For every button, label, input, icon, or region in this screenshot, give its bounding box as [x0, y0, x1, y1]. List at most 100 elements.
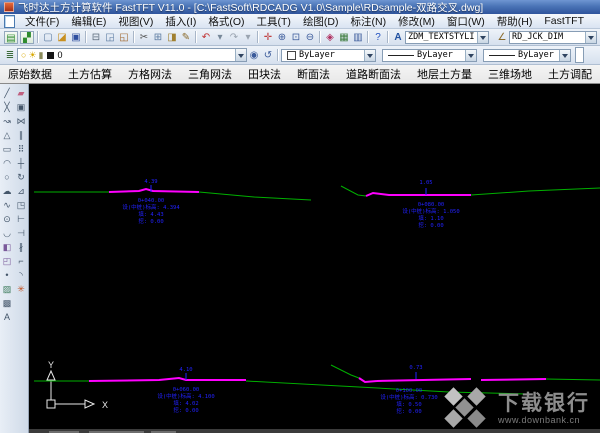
layer-properties-icon[interactable]: ≣ — [3, 49, 17, 62]
undo-dropdown-icon[interactable]: ▾ — [213, 31, 227, 44]
layer-freeze-icon[interactable]: ☀ — [28, 49, 36, 61]
preview-icon[interactable]: ◲ — [103, 31, 117, 44]
color-combo[interactable]: ByLayer — [281, 48, 376, 62]
menu-fasttft[interactable]: FastTFT — [538, 15, 590, 27]
open-file-icon[interactable]: ◪ — [55, 31, 69, 44]
publish-icon[interactable]: ◱ — [117, 31, 131, 44]
menu-edit[interactable]: 编辑(E) — [65, 14, 112, 29]
linetype-combo[interactable]: ByLayer — [382, 48, 477, 62]
dropdown-arrow-icon[interactable] — [477, 31, 488, 43]
dropdown-arrow-icon[interactable] — [465, 49, 476, 61]
scrollbar-strip[interactable] — [29, 429, 600, 433]
move-icon[interactable]: ┼ — [15, 156, 28, 170]
arc-icon[interactable]: ◠ — [1, 156, 14, 170]
ft-stratum-earthwork[interactable]: 地层土方量 — [409, 66, 480, 82]
mirror-icon[interactable]: ⋈ — [15, 114, 28, 128]
help-icon[interactable]: ? — [371, 31, 385, 44]
dropdown-arrow-icon[interactable] — [235, 49, 246, 61]
line-icon[interactable]: ╱ — [1, 86, 14, 100]
redo-icon[interactable]: ↷ — [227, 31, 241, 44]
dropdown-arrow-icon[interactable] — [364, 49, 375, 61]
paste-icon[interactable]: ◨ — [165, 31, 179, 44]
clipped-control[interactable] — [575, 47, 584, 63]
break-icon[interactable]: ∦ — [15, 240, 28, 254]
grid-icon[interactable]: ▦ — [337, 31, 351, 44]
circle-icon[interactable]: ○ — [1, 170, 14, 184]
menu-help[interactable]: 帮助(H) — [491, 14, 539, 29]
menu-file[interactable]: 文件(F) — [19, 14, 65, 29]
fillet-icon[interactable]: ◝ — [15, 268, 28, 282]
array-icon[interactable]: ⠿ — [15, 142, 28, 156]
menu-view[interactable]: 视图(V) — [112, 14, 159, 29]
spline-icon[interactable]: ∿ — [1, 198, 14, 212]
erase-icon[interactable]: ▰ — [15, 86, 28, 100]
polygon-icon[interactable]: △ — [1, 128, 14, 142]
ft-earthwork-estimate[interactable]: 土方估算 — [60, 66, 120, 82]
fasttft-tools-icon[interactable]: ◈ — [323, 31, 337, 44]
trim-icon[interactable]: ⊢ — [15, 212, 28, 226]
offset-icon[interactable]: ∥ — [15, 128, 28, 142]
chamfer-icon[interactable]: ⌐ — [15, 254, 28, 268]
print-icon[interactable]: ⊟ — [89, 31, 103, 44]
rotate-icon[interactable]: ↻ — [15, 170, 28, 184]
rectangle-icon[interactable]: ▭ — [1, 142, 14, 156]
stretch-icon[interactable]: ◳ — [15, 198, 28, 212]
fasttft-switch-icon[interactable]: ▞ — [20, 30, 34, 44]
layer-on-icon[interactable]: ○ — [21, 49, 26, 61]
text-style-combo[interactable]: ZDM_TEXTSTYLI — [405, 30, 489, 44]
ft-field-block-method[interactable]: 田块法 — [240, 66, 289, 82]
revcloud-icon[interactable]: ☁ — [1, 184, 14, 198]
match-properties-icon[interactable]: ✎ — [179, 31, 193, 44]
ft-raw-data[interactable]: 原始数据 — [0, 66, 60, 82]
extend-icon[interactable]: ⊣ — [15, 226, 28, 240]
drawing-canvas[interactable]: Y X 0+040.00 设(中桩)标高: 4.394 填: 4.43 挖: 0.00… — [29, 84, 600, 433]
lineweight-combo[interactable]: ByLayer — [483, 48, 571, 62]
document-icon[interactable] — [4, 14, 15, 28]
ellipse-arc-icon[interactable]: ◡ — [1, 226, 14, 240]
new-file-icon[interactable]: ▢ — [41, 31, 55, 44]
layer-combo[interactable]: ○ ☀ ▮ 0 — [17, 48, 247, 62]
region-icon[interactable]: ▩ — [1, 296, 14, 310]
layer-previous-icon[interactable]: ↺ — [261, 49, 275, 62]
pan-icon[interactable]: ✛ — [261, 31, 275, 44]
dropdown-arrow-icon[interactable] — [559, 49, 570, 61]
insert-block-icon[interactable]: ◧ — [1, 240, 14, 254]
dim-style-combo[interactable]: RD_JCK_DIM — [509, 30, 597, 44]
menu-draw[interactable]: 绘图(D) — [297, 14, 345, 29]
text-style-icon[interactable]: A — [391, 31, 405, 44]
menu-window[interactable]: 窗口(W) — [441, 14, 491, 29]
menu-modify[interactable]: 修改(M) — [392, 14, 441, 29]
copy-icon[interactable]: ⊞ — [151, 31, 165, 44]
cut-icon[interactable]: ✂ — [137, 31, 151, 44]
polyline-icon[interactable]: ↝ — [1, 114, 14, 128]
zoom-previous-icon[interactable]: ⊖ — [303, 31, 317, 44]
undo-icon[interactable]: ↶ — [199, 31, 213, 44]
zoom-realtime-icon[interactable]: ⊕ — [275, 31, 289, 44]
zoom-window-icon[interactable]: ⊡ — [289, 31, 303, 44]
layer-lock-icon[interactable]: ▮ — [39, 49, 44, 61]
point-icon[interactable]: • — [1, 268, 14, 282]
dim-style-icon[interactable]: ∠ — [495, 31, 509, 44]
scale-icon[interactable]: ⊿ — [15, 184, 28, 198]
menu-dimension[interactable]: 标注(N) — [345, 14, 393, 29]
copy-object-icon[interactable]: ▣ — [15, 100, 28, 114]
make-layer-current-icon[interactable]: ◉ — [247, 49, 261, 62]
ellipse-icon[interactable]: ⊙ — [1, 212, 14, 226]
hatch-icon[interactable]: ▨ — [1, 282, 14, 296]
save-icon[interactable]: ▣ — [69, 31, 83, 44]
menu-insert[interactable]: 插入(I) — [159, 14, 202, 29]
layer-color-swatch[interactable] — [47, 51, 55, 59]
ft-3d-site[interactable]: 三维场地 — [480, 66, 540, 82]
explode-icon[interactable]: ✳ — [15, 282, 28, 296]
ft-earthwork-allocation[interactable]: 土方调配 — [540, 66, 600, 82]
construction-line-icon[interactable]: ╳ — [1, 100, 14, 114]
fasttft-app-icon[interactable]: ▤ — [4, 30, 18, 44]
menu-format[interactable]: 格式(O) — [202, 14, 250, 29]
ft-section-method[interactable]: 断面法 — [289, 66, 338, 82]
menu-tools[interactable]: 工具(T) — [251, 14, 297, 29]
ft-road-section-method[interactable]: 道路断面法 — [338, 66, 409, 82]
dropdown-arrow-icon[interactable] — [585, 31, 596, 43]
sheet-set-icon[interactable]: ▥ — [351, 31, 365, 44]
ft-triangulation-method[interactable]: 三角网法 — [180, 66, 240, 82]
redo-dropdown-icon[interactable]: ▾ — [241, 31, 255, 44]
